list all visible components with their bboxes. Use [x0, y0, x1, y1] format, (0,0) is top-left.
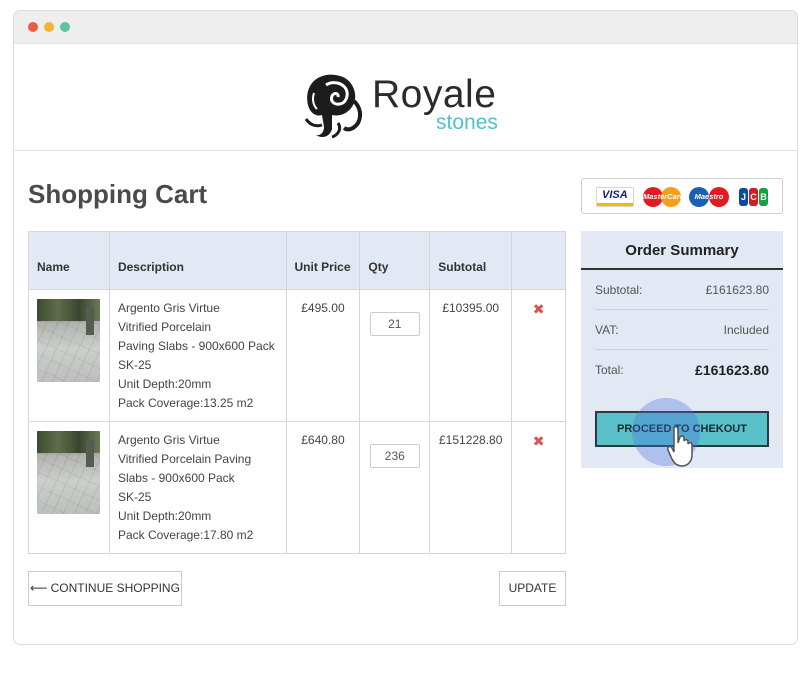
column-header-qty: Qty: [359, 231, 431, 290]
brand-name: Royale: [372, 73, 497, 116]
product-thumbnail[interactable]: [37, 299, 100, 382]
page-title: Shopping Cart: [28, 179, 208, 209]
summary-vat-label: VAT:: [595, 323, 619, 337]
qty-cell: [359, 289, 431, 422]
table-row: Argento Gris Virtue Vitrified Porcelain …: [28, 421, 566, 554]
remove-x-icon[interactable]: ✖: [533, 300, 545, 319]
close-window-icon[interactable]: [28, 22, 38, 32]
jcb-card-icon: JCB: [739, 187, 769, 207]
maximize-window-icon[interactable]: [60, 22, 70, 32]
cart-header-row: Name Description Unit Price Qty Subtotal: [28, 231, 566, 290]
remove-cell: ✖: [511, 421, 566, 554]
summary-subtotal-value: £161623.80: [705, 283, 769, 297]
site-header: Royale stones: [14, 44, 797, 151]
summary-total-row: Total: £161623.80: [595, 350, 769, 393]
column-header-remove: [511, 231, 566, 290]
column-header-subtotal: Subtotal: [429, 231, 513, 290]
remove-cell: ✖: [511, 289, 566, 422]
remove-x-icon[interactable]: ✖: [533, 432, 545, 451]
product-description: Argento Gris Virtue Vitrified Porcelain …: [108, 289, 287, 422]
continue-shopping-button[interactable]: ⟵ CONTINUE SHOPPING: [28, 571, 182, 606]
elephant-logo-icon: [304, 74, 363, 139]
column-header-name: Name: [28, 231, 110, 290]
summary-subtotal-row: Subtotal: £161623.80: [595, 270, 769, 310]
window-titlebar: [14, 11, 797, 44]
maestro-card-icon: Maestro: [689, 187, 729, 207]
table-row: Argento Gris Virtue Vitrified Porcelain …: [28, 289, 566, 422]
product-description: Argento Gris Virtue Vitrified Porcelain …: [108, 421, 287, 554]
summary-total-label: Total:: [595, 363, 624, 377]
summary-vat-value: Included: [723, 323, 769, 337]
column-header-description: Description: [108, 231, 287, 290]
line-subtotal: £10395.00: [429, 289, 513, 422]
quantity-input[interactable]: [369, 444, 420, 468]
summary-total-value: £161623.80: [695, 362, 769, 378]
order-summary-title: Order Summary: [581, 231, 783, 270]
unit-price: £640.80: [285, 421, 361, 554]
payment-methods: VISA MasterCard Maestro JCB: [581, 178, 783, 214]
minimize-window-icon[interactable]: [44, 22, 54, 32]
visa-card-icon: VISA: [596, 187, 634, 207]
update-cart-button[interactable]: UPDATE: [499, 571, 566, 606]
unit-price: £495.00: [285, 289, 361, 422]
mastercard-icon: MasterCard: [643, 187, 681, 207]
qty-cell: [359, 421, 431, 554]
quantity-input[interactable]: [369, 312, 420, 336]
product-image-cell: [28, 289, 110, 422]
brand-subtitle: stones: [436, 111, 498, 134]
summary-vat-row: VAT: Included: [595, 310, 769, 350]
product-image-cell: [28, 421, 110, 554]
cart-table: Name Description Unit Price Qty Subtotal…: [28, 231, 566, 554]
summary-subtotal-label: Subtotal:: [595, 283, 643, 297]
column-header-unit-price: Unit Price: [285, 231, 361, 290]
browser-window: Royale stones Shopping Cart VISA MasterC…: [13, 10, 798, 645]
brand-logo[interactable]: Royale stones: [302, 71, 512, 141]
line-subtotal: £151228.80: [429, 421, 513, 554]
product-thumbnail[interactable]: [37, 431, 100, 514]
mouse-pointer-icon: [667, 425, 693, 467]
